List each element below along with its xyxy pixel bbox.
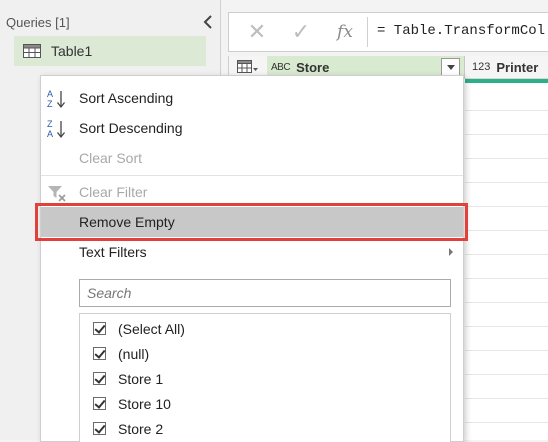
fx-icon: fx bbox=[337, 22, 353, 42]
row-divider bbox=[465, 254, 548, 255]
row-divider bbox=[465, 110, 548, 111]
table-icon bbox=[23, 44, 41, 58]
filter-value-label: (Select All) bbox=[118, 321, 185, 337]
queries-header: Queries [1] bbox=[6, 15, 70, 30]
text-type-icon[interactable]: ABC bbox=[271, 62, 291, 73]
menu-separator bbox=[41, 175, 463, 176]
filter-search-input[interactable]: Search bbox=[79, 279, 451, 307]
row-divider bbox=[465, 422, 548, 423]
column-header-printer[interactable]: 123 Printer bbox=[465, 56, 548, 78]
filter-value-null[interactable]: (null) bbox=[80, 342, 450, 367]
row-divider bbox=[465, 350, 548, 351]
submenu-arrow-icon bbox=[449, 248, 453, 256]
menu-item-label: Text Filters bbox=[79, 244, 147, 260]
column-name: Printer bbox=[496, 59, 539, 75]
filter-value-label: Store 1 bbox=[118, 371, 164, 387]
query-item-label: Table1 bbox=[51, 43, 93, 59]
chevron-down-icon bbox=[446, 65, 455, 70]
row-divider bbox=[465, 230, 548, 231]
row-divider bbox=[465, 206, 548, 207]
svg-text:A: A bbox=[47, 89, 53, 99]
table-menu-icon bbox=[237, 60, 258, 73]
query-item-table1[interactable]: Table1 bbox=[14, 36, 206, 66]
column-filter-menu: A Z Sort Ascending Z A Sort Descending C… bbox=[40, 75, 464, 442]
formula-separator bbox=[367, 17, 368, 47]
sort-descending-icon: Z A bbox=[47, 119, 66, 139]
filter-value-store-2[interactable]: Store 2 bbox=[80, 417, 450, 442]
insert-function-button[interactable]: fx bbox=[325, 13, 365, 51]
search-placeholder: Search bbox=[87, 285, 132, 301]
sort-ascending-icon: A Z bbox=[47, 89, 66, 109]
checkbox[interactable] bbox=[93, 372, 106, 385]
menu-item-label: Sort Ascending bbox=[79, 90, 174, 106]
row-divider bbox=[465, 158, 548, 159]
filter-value-label: Store 10 bbox=[118, 396, 171, 412]
formula-bar: ✕ ✓ fx = Table.TransformCol bbox=[228, 12, 548, 52]
highlight-annotation-box bbox=[35, 203, 468, 241]
filter-value-label: Store 2 bbox=[118, 421, 164, 437]
column-name: Store bbox=[296, 59, 330, 75]
menu-item-label: Sort Descending bbox=[79, 120, 183, 136]
checkbox[interactable] bbox=[93, 422, 106, 435]
row-divider bbox=[465, 326, 548, 327]
svg-text:Z: Z bbox=[47, 99, 53, 109]
chevron-left-icon bbox=[203, 15, 212, 29]
menu-item-text-filters[interactable]: Text Filters bbox=[41, 237, 463, 267]
menu-item-sort-descending[interactable]: Z A Sort Descending bbox=[41, 113, 463, 143]
row-divider bbox=[465, 278, 548, 279]
row-divider bbox=[465, 182, 548, 183]
menu-item-clear-sort[interactable]: Clear Sort bbox=[41, 143, 463, 173]
row-divider bbox=[465, 302, 548, 303]
filter-value-label: (null) bbox=[118, 346, 150, 362]
row-divider bbox=[465, 134, 548, 135]
checkbox[interactable] bbox=[93, 397, 106, 410]
collapse-pane-button[interactable] bbox=[200, 12, 216, 32]
filter-value-list: (Select All) (null) Store 1 Store 10 Sto… bbox=[79, 313, 451, 442]
row-divider bbox=[465, 374, 548, 375]
cancel-formula-button[interactable]: ✕ bbox=[237, 13, 277, 51]
formula-input[interactable]: = Table.TransformCol bbox=[377, 23, 545, 39]
row-divider bbox=[465, 398, 548, 399]
column-quality-bar bbox=[465, 79, 548, 83]
menu-item-sort-ascending[interactable]: A Z Sort Ascending bbox=[41, 83, 463, 113]
menu-item-label: Clear Sort bbox=[79, 150, 143, 166]
number-type-icon[interactable]: 123 bbox=[472, 61, 490, 73]
clear-filter-icon bbox=[48, 186, 66, 202]
filter-value-select-all[interactable]: (Select All) bbox=[80, 317, 450, 342]
filter-value-store-1[interactable]: Store 1 bbox=[80, 367, 450, 392]
menu-item-label: Clear Filter bbox=[79, 184, 148, 200]
checkmark-icon: ✓ bbox=[291, 19, 311, 44]
svg-text:Z: Z bbox=[47, 119, 53, 129]
checkbox[interactable] bbox=[93, 347, 106, 360]
svg-text:A: A bbox=[47, 129, 53, 139]
cancel-icon: ✕ bbox=[247, 19, 267, 44]
filter-value-store-10[interactable]: Store 10 bbox=[80, 392, 450, 417]
accept-formula-button[interactable]: ✓ bbox=[281, 13, 321, 51]
checkbox[interactable] bbox=[93, 322, 106, 335]
